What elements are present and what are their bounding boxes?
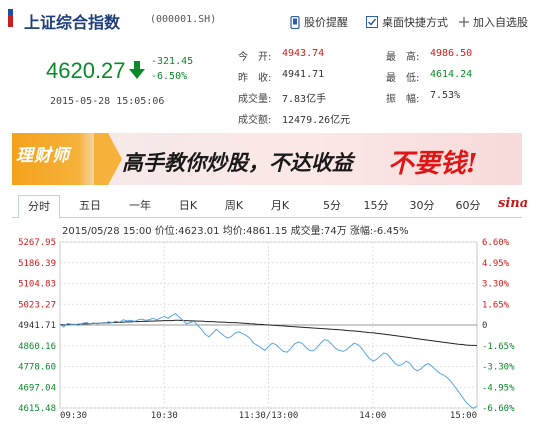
- index-code: (000001.SH): [150, 14, 217, 25]
- prev-close-value: 4941.71: [282, 69, 325, 80]
- y-axis-left-tick: 4860.16: [18, 342, 56, 352]
- average-price-line: [59, 319, 478, 346]
- desktop-shortcut-label: 桌面快捷方式: [382, 16, 448, 29]
- y-axis-left-tick: 4697.04: [18, 383, 56, 393]
- high-value: 4986.50: [430, 48, 473, 59]
- price-change-pct: -6.50%: [151, 71, 188, 82]
- y-axis-right-tick: -3.30%: [482, 363, 515, 373]
- ad-banner[interactable]: 理财师 高手教你炒股，不达收益 不要钱!: [12, 133, 522, 185]
- tab-intraday[interactable]: 分时: [18, 195, 60, 219]
- desktop-shortcut-link[interactable]: 桌面快捷方式: [366, 14, 448, 30]
- y-axis-right-tick: -6.60%: [482, 404, 515, 414]
- ad-logo: 理财师: [16, 146, 70, 166]
- checkbox-icon: [366, 16, 378, 28]
- high-label: 最 高:: [386, 52, 420, 63]
- intraday-chart[interactable]: 5267.95 6.60% 5186.39 4.95% 5104.83 3.30% 5023…: [0, 230, 550, 425]
- phone-icon: [290, 15, 300, 29]
- y-axis-left-tick: 4778.60: [18, 363, 56, 373]
- add-watchlist-link[interactable]: 加入自选股: [459, 14, 528, 30]
- tab-daily-k[interactable]: 日K: [170, 195, 206, 217]
- tab-30min[interactable]: 30分: [404, 195, 440, 217]
- y-axis-right-tick: 4.95%: [482, 259, 510, 269]
- open-value: 4943.74: [282, 48, 325, 59]
- index-color-marker: [8, 9, 13, 27]
- y-axis-left-tick: 5023.27: [18, 300, 56, 310]
- y-axis-right-tick: -4.95%: [482, 383, 515, 393]
- x-axis-tick: 14:00: [359, 411, 386, 421]
- tab-60min[interactable]: 60分: [450, 195, 486, 217]
- y-axis-right-tick: -1.65%: [482, 342, 515, 352]
- price-alert-link[interactable]: 股价提醒: [290, 14, 348, 30]
- tab-15min[interactable]: 15分: [358, 195, 394, 217]
- tab-5min[interactable]: 5分: [314, 195, 350, 217]
- amplitude-value: 7.53%: [430, 90, 461, 101]
- page-title: 上证综合指数: [24, 13, 121, 32]
- x-axis-tick: 15:00: [450, 411, 477, 421]
- ad-slogan: 高手教你炒股，不达收益: [122, 150, 353, 175]
- turnover-value: 12479.26亿元: [282, 115, 351, 126]
- open-label: 今 开:: [238, 52, 272, 63]
- y-axis-right-tick: 3.30%: [482, 280, 510, 290]
- y-axis-left-tick: 5186.39: [18, 259, 56, 269]
- y-axis-left-tick: 5104.83: [18, 280, 56, 290]
- tab-one-year[interactable]: 一年: [120, 195, 160, 217]
- sina-logo: sina: [498, 196, 529, 211]
- tab-monthly-k[interactable]: 月K: [262, 195, 298, 217]
- y-axis-left-tick: 5267.95: [18, 238, 56, 248]
- down-arrow-icon: [129, 61, 145, 79]
- ad-chevron-icon: [94, 133, 122, 185]
- price-change: -321.45: [151, 56, 194, 67]
- y-axis-right-tick: 1.65%: [482, 300, 510, 310]
- ad-cta: 不要钱!: [388, 149, 478, 179]
- volume-value: 7.83亿手: [282, 94, 327, 105]
- quote-time: 2015-05-28 15:05:06: [50, 96, 165, 107]
- x-axis-tick: 11:30/13:00: [239, 411, 299, 421]
- tab-five-day[interactable]: 五日: [70, 195, 110, 217]
- y-axis-right-tick: 0: [482, 321, 487, 331]
- turnover-label: 成交额:: [238, 115, 272, 126]
- low-label: 最 低:: [386, 73, 420, 84]
- x-axis-tick: 09:30: [60, 411, 87, 421]
- volume-label: 成交量:: [238, 94, 272, 105]
- amplitude-label: 振 幅:: [386, 94, 420, 105]
- tab-weekly-k[interactable]: 周K: [216, 195, 252, 217]
- plus-icon: [459, 17, 469, 27]
- prev-close-label: 昨 收:: [238, 73, 272, 84]
- current-price: 4620.27: [46, 58, 126, 83]
- y-axis-right-tick: 6.60%: [482, 238, 510, 248]
- price-alert-label: 股价提醒: [304, 16, 348, 29]
- add-watchlist-label: 加入自选股: [473, 16, 528, 29]
- low-value: 4614.24: [430, 69, 473, 80]
- chart-period-tabs: 分时 五日 一年 日K 周K 月K 5分 15分 30分 60分: [12, 195, 522, 219]
- y-axis-left-tick: 4941.71: [18, 321, 56, 331]
- y-axis-left-tick: 4615.48: [18, 404, 56, 414]
- x-axis-tick: 10:30: [151, 411, 178, 421]
